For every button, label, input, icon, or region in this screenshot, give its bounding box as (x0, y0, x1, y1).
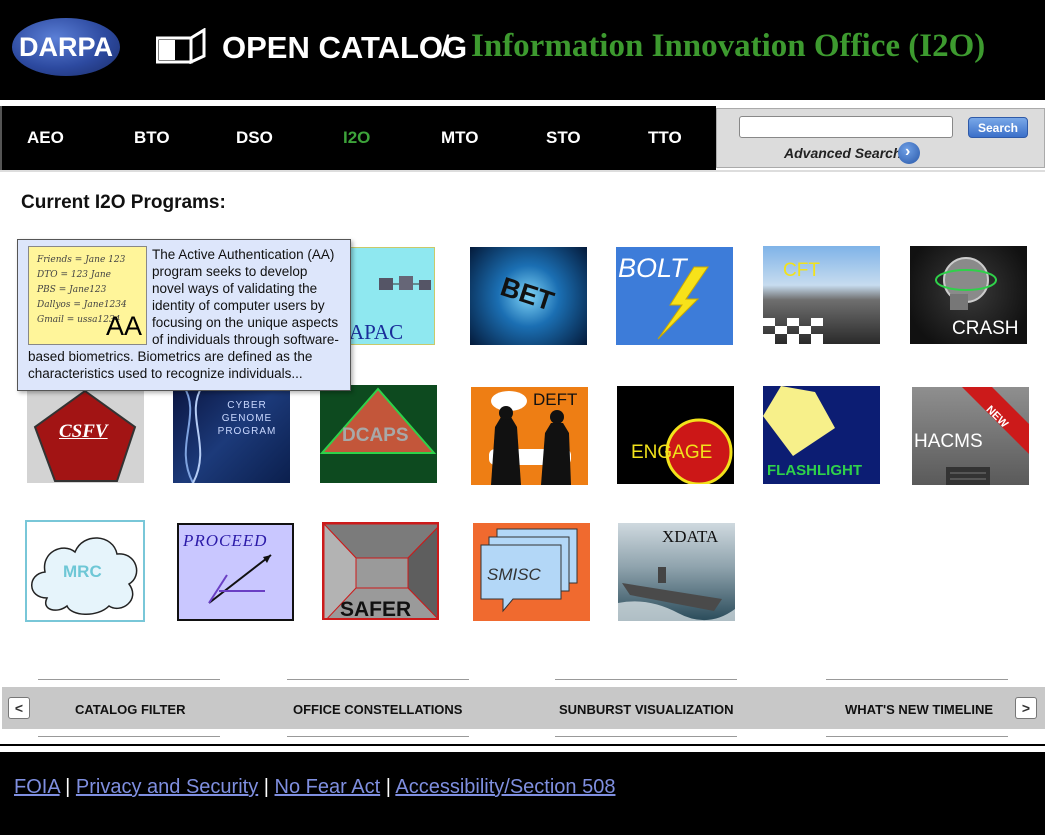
aa-note-line: Dallyos = Jane1234 (37, 300, 127, 310)
advanced-search-link[interactable]: Advanced Search (784, 145, 902, 161)
site-header: DARPA OPEN CATALOG / Information Innovat… (0, 0, 1045, 100)
next-arrow-button[interactable]: > (1015, 697, 1037, 719)
program-label-crash: CRASH (952, 318, 1019, 339)
page-root: DARPA OPEN CATALOG / Information Innovat… (0, 0, 1045, 835)
bar-divider (287, 736, 469, 737)
program-tile-csfv[interactable]: CSFV (27, 385, 144, 483)
prev-arrow-button[interactable]: < (8, 697, 30, 719)
footer-link-privacy[interactable]: Privacy and Security (76, 776, 258, 798)
program-label-hacms: HACMS (914, 431, 983, 452)
bar-divider (287, 679, 469, 680)
bar-divider (555, 736, 737, 737)
program-label-engage: ENGAGE (631, 442, 713, 463)
program-label-safer: SAFER (340, 598, 412, 620)
nav-item-sto[interactable]: STO (546, 128, 581, 148)
program-label-cft: CFT (783, 260, 820, 281)
whats-new-timeline-link[interactable]: WHAT'S NEW TIMELINE (845, 702, 993, 717)
nav-item-dso[interactable]: DSO (236, 128, 273, 148)
program-tile-bolt[interactable]: BOLT (616, 247, 733, 345)
office-title: Information Innovation Office (I2O) (471, 28, 986, 64)
program-label-xdata: XDATA (662, 527, 719, 546)
footer-separator: | (385, 776, 391, 798)
open-catalog-title[interactable]: OPEN CATALOG (222, 30, 467, 66)
program-tile-crash[interactable]: CRASH (910, 246, 1027, 344)
program-tile-hacms[interactable]: NEW HACMS (912, 387, 1029, 485)
program-label-bet: BET (496, 271, 558, 317)
footer-links: FOIA | Privacy and Security | No Fear Ac… (14, 776, 615, 799)
program-label-mrc: MRC (63, 562, 102, 581)
aa-thumb-label: AA (105, 311, 142, 341)
program-tile-dcaps[interactable]: DCAPS (320, 385, 437, 483)
footer-separator: | (263, 776, 269, 798)
footer-separator: | (65, 776, 71, 798)
darpa-logo-text: DARPA (19, 32, 113, 62)
aa-note-line: Friends = Jane 123 (37, 255, 126, 265)
aa-thumbnail[interactable]: Friends = Jane 123 DTO = 123 Jane PBS = … (28, 246, 147, 345)
office-nav: AEO BTO DSO I2O MTO STO TTO (0, 106, 716, 170)
nav-item-mto[interactable]: MTO (441, 128, 478, 148)
program-label-cyber-genome: CYBER GENOME PROGRAM (217, 400, 277, 437)
chevron-right-icon[interactable]: › (898, 142, 920, 164)
search-button[interactable]: Search (968, 117, 1028, 138)
program-tile-safer[interactable]: SAFER (322, 522, 439, 620)
footer-divider (0, 744, 1045, 754)
circle-icon (665, 418, 733, 484)
program-label-flashlight: FLASHLIGHT (767, 462, 862, 479)
program-tile-cft[interactable]: CFT (763, 246, 880, 344)
darpa-logo[interactable]: DARPA (12, 18, 120, 76)
program-tile-proceed[interactable]: PROCEED (177, 523, 294, 621)
nav-divider (0, 170, 1045, 180)
nav-item-aeo[interactable]: AEO (27, 128, 64, 148)
office-constellations-link[interactable]: OFFICE CONSTELLATIONS (293, 702, 462, 717)
program-tile-mrc[interactable]: MRC (25, 520, 145, 622)
aa-note-line: PBS = Jane123 (37, 285, 107, 295)
footer-link-foia[interactable]: FOIA (14, 776, 60, 798)
aa-note-line: DTO = 123 Jane (37, 270, 111, 280)
bar-divider (555, 679, 737, 680)
program-tile-xdata[interactable]: XDATA (618, 523, 735, 621)
program-tile-engage[interactable]: ENGAGE (617, 386, 734, 484)
bar-divider (826, 736, 1008, 737)
bar-divider (38, 679, 220, 680)
program-label-proceed: PROCEED (183, 531, 268, 550)
search-panel: Search Advanced Search › (716, 108, 1045, 168)
sunburst-visualization-link[interactable]: SUNBURST VISUALIZATION (559, 702, 734, 717)
catalog-filter-link[interactable]: CATALOG FILTER (75, 702, 185, 717)
site-footer: FOIA | Privacy and Security | No Fear Ac… (0, 754, 1045, 835)
program-label-apac: APAC (349, 320, 404, 344)
program-tile-smisc[interactable]: SMISC (473, 523, 590, 621)
footer-link-no-fear-act[interactable]: No Fear Act (275, 776, 381, 798)
checkered-flag-icon (763, 318, 823, 344)
program-tile-cyber-genome[interactable]: CYBER GENOME PROGRAM (173, 385, 290, 483)
nav-item-tto[interactable]: TTO (648, 128, 682, 148)
footer-link-accessibility[interactable]: Accessibility/Section 508 (395, 776, 615, 798)
nav-item-i2o[interactable]: I2O (343, 128, 370, 148)
open-catalog-icon (156, 28, 206, 64)
bar-divider (826, 679, 1008, 680)
search-input[interactable] (739, 116, 953, 138)
program-label-smisc: SMISC (487, 565, 541, 584)
program-tile-deft[interactable]: DEFT (471, 387, 588, 485)
program-label-csfv: CSFV (59, 421, 108, 442)
section-title: Current I2O Programs: (21, 192, 226, 213)
program-tile-bet[interactable]: BET (470, 247, 587, 345)
title-separator: / (441, 30, 450, 63)
lightning-bolt-icon (657, 266, 709, 340)
bar-divider (38, 736, 220, 737)
visualization-bar: < CATALOG FILTER OFFICE CONSTELLATIONS S… (2, 687, 1045, 729)
nav-item-bto[interactable]: BTO (134, 128, 170, 148)
program-label-dcaps: DCAPS (342, 425, 409, 446)
program-label-deft: DEFT (533, 390, 578, 409)
program-tile-flashlight[interactable]: FLASHLIGHT (763, 386, 880, 484)
program-tooltip-aa: Friends = Jane 123 DTO = 123 Jane PBS = … (17, 239, 351, 391)
